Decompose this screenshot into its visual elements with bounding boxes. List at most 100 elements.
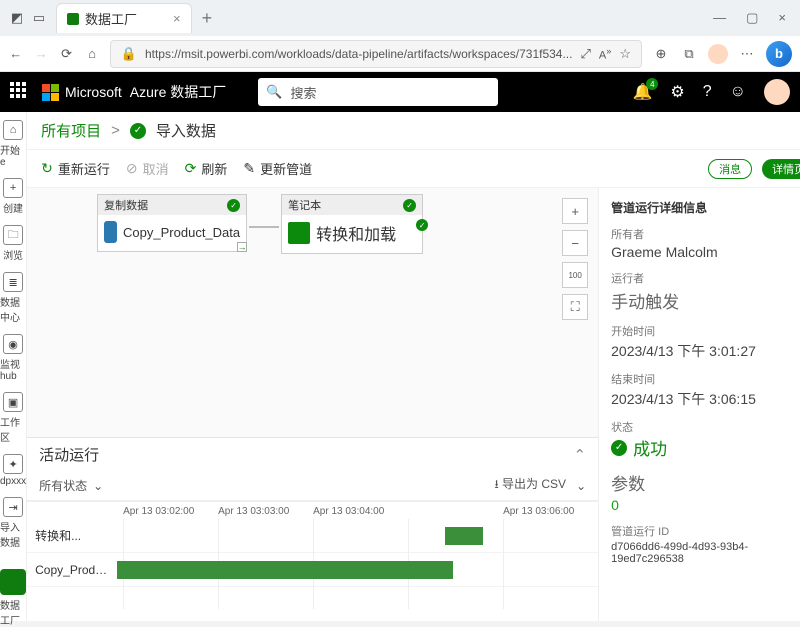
- dp-icon: ✦: [3, 454, 23, 474]
- node-copy-data[interactable]: 复制数据✓ Copy_Product_Data →: [97, 194, 247, 252]
- ok-icon: ✓: [611, 440, 627, 456]
- workspace-icon: ▣: [3, 392, 23, 412]
- nav-create[interactable]: +创建: [3, 178, 23, 215]
- lock-icon: 🔒: [121, 46, 137, 62]
- nav-browse[interactable]: 🗀浏览: [3, 225, 23, 262]
- bing-icon[interactable]: b: [766, 41, 792, 67]
- breadcrumb-arrow: >: [111, 122, 120, 139]
- ok-icon: ✓: [403, 199, 416, 212]
- nav-workspace[interactable]: ▣工作区: [0, 392, 26, 444]
- fit-button[interactable]: ⛶: [562, 294, 588, 320]
- url-input[interactable]: 🔒 https://msit.powerbi.com/workloads/dat…: [110, 40, 642, 68]
- refresh-button[interactable]: ⟳刷新: [185, 159, 228, 178]
- pipeline-canvas[interactable]: 复制数据✓ Copy_Product_Data → 笔记本✓ 转换和加载: [27, 188, 598, 437]
- create-icon: +: [3, 178, 23, 198]
- browser-tab[interactable]: 数据工厂 ×: [56, 3, 192, 33]
- details-panel: 管道运行详细信息× 所有者Graeme Malcolm 运行者手动触发 开始时间…: [599, 188, 800, 621]
- favorite-icon[interactable]: ☆: [619, 46, 631, 62]
- gantt-chart: Apr 13 03:02:00 Apr 13 03:03:00 Apr 13 0…: [27, 501, 598, 621]
- connector: [249, 226, 279, 228]
- minimize-icon[interactable]: —: [713, 10, 726, 26]
- nav-home[interactable]: ⌂开始 e: [0, 120, 26, 168]
- collections-icon[interactable]: ⊕: [652, 46, 670, 62]
- edit-icon: ✎: [243, 160, 255, 177]
- close-tab-icon[interactable]: ×: [173, 11, 181, 26]
- datafactory-icon: [67, 13, 79, 25]
- left-nav: ⌂开始 e +创建 🗀浏览 ≣数据中心 ◉监视hub ▣工作区 ✦dpxxx ⇥…: [0, 112, 27, 621]
- tabs-icon[interactable]: ▭: [28, 7, 50, 29]
- status-success: ✓成功: [611, 435, 800, 460]
- help-icon[interactable]: ?: [703, 83, 712, 101]
- notebook-icon: [288, 222, 310, 244]
- notifications-icon[interactable]: 🔔4: [632, 82, 652, 102]
- home-icon[interactable]: ⌂: [84, 46, 99, 61]
- gantt-row[interactable]: Copy_Product...: [27, 553, 598, 587]
- chevron-down-icon[interactable]: ⌄: [576, 479, 586, 493]
- output-port-icon[interactable]: →: [237, 242, 247, 252]
- ok-icon: ✓: [227, 199, 240, 212]
- import-icon: ⇥: [3, 497, 23, 517]
- refresh-icon[interactable]: ⟳: [59, 46, 74, 62]
- new-tab-button[interactable]: +: [202, 8, 213, 29]
- canvas-tools: + − 100 ⛶: [562, 198, 588, 320]
- nav-dp[interactable]: ✦dpxxx: [0, 454, 26, 487]
- cancel-icon: ⊘: [126, 160, 138, 177]
- gantt-bar[interactable]: [445, 527, 483, 545]
- home-nav-icon: ⌂: [3, 120, 23, 140]
- forward-icon: →: [33, 46, 48, 61]
- details-title: 管道运行详细信息: [611, 199, 707, 216]
- nav-datafactory[interactable]: 数据工厂: [0, 569, 26, 627]
- refresh-tool-icon: ⟳: [185, 160, 197, 177]
- app-launcher-icon[interactable]: [10, 82, 30, 102]
- ok-icon: ✓: [416, 219, 428, 231]
- brand-ms: Microsoft: [65, 84, 122, 100]
- user-avatar[interactable]: [764, 79, 790, 105]
- chevron-down-icon[interactable]: ⌄: [93, 479, 103, 493]
- brand-product: Azure 数据工厂: [130, 82, 226, 102]
- nav-datahub[interactable]: ≣数据中心: [0, 272, 26, 324]
- maximize-icon[interactable]: ▢: [746, 10, 758, 26]
- search-input[interactable]: 🔍 搜索: [258, 78, 498, 106]
- node-label: 转换和加载: [316, 221, 396, 245]
- status-ok-icon: ✓: [130, 123, 146, 139]
- brand: Microsoft Azure 数据工厂: [42, 82, 226, 102]
- gantt-bar[interactable]: [117, 561, 453, 579]
- azure-top-bar: Microsoft Azure 数据工厂 🔍 搜索 🔔4 ⚙ ? ☺: [0, 72, 800, 112]
- browser-titlebar: ◩ ▭ 数据工厂 × + — ▢ ×: [0, 0, 800, 36]
- more-icon[interactable]: ⋯: [738, 46, 756, 62]
- extensions-icon[interactable]: ⧉: [680, 46, 698, 62]
- datafactory-logo-icon: [0, 569, 26, 595]
- settings-icon[interactable]: ⚙: [670, 82, 684, 102]
- breadcrumb-root[interactable]: 所有项目: [41, 120, 101, 141]
- zoom-in-button[interactable]: +: [562, 198, 588, 224]
- pill-details[interactable]: 详情页: [762, 159, 800, 179]
- zoom-out-button[interactable]: −: [562, 230, 588, 256]
- browser-address-bar: ← → ⟳ ⌂ 🔒 https://msit.powerbi.com/workl…: [0, 36, 800, 72]
- export-csv-button[interactable]: ⭳ 导出为 CSV: [495, 475, 567, 496]
- profile-icon[interactable]: ◩: [6, 7, 28, 29]
- nav-import[interactable]: ⇥导入数据: [0, 497, 26, 549]
- gantt-row[interactable]: 转换和...: [27, 519, 598, 553]
- feedback-icon[interactable]: ☺: [730, 83, 746, 101]
- rerun-icon: ↻: [41, 160, 53, 177]
- back-icon[interactable]: ←: [8, 46, 23, 61]
- notif-badge: 4: [646, 78, 658, 90]
- node-notebook[interactable]: 笔记本✓ 转换和加载 ✓: [281, 194, 423, 254]
- rerun-button[interactable]: ↻重新运行: [41, 159, 110, 178]
- tab-title: 数据工厂: [85, 9, 137, 28]
- cancel-button: ⊘取消: [126, 159, 169, 178]
- zoom-100-button[interactable]: 100: [562, 262, 588, 288]
- url-text: https://msit.powerbi.com/workloads/data-…: [145, 47, 573, 61]
- font-icon[interactable]: A»: [599, 46, 611, 62]
- status-filter[interactable]: 所有状态: [39, 477, 87, 494]
- profile-avatar[interactable]: [708, 44, 728, 64]
- chevron-up-icon[interactable]: ⌃: [574, 446, 587, 464]
- pill-messages[interactable]: 消息: [708, 159, 752, 179]
- nav-monitor[interactable]: ◉监视hub: [0, 334, 26, 382]
- microsoft-logo-icon: [42, 84, 59, 101]
- activity-section-header[interactable]: 活动运行 ⌃: [27, 437, 598, 471]
- breadcrumb: 所有项目 > ✓ 导入数据: [27, 112, 800, 150]
- reader-icon[interactable]: ⤢: [580, 46, 590, 62]
- update-pipeline-button[interactable]: ✎更新管道: [243, 159, 312, 178]
- close-window-icon[interactable]: ×: [778, 10, 786, 26]
